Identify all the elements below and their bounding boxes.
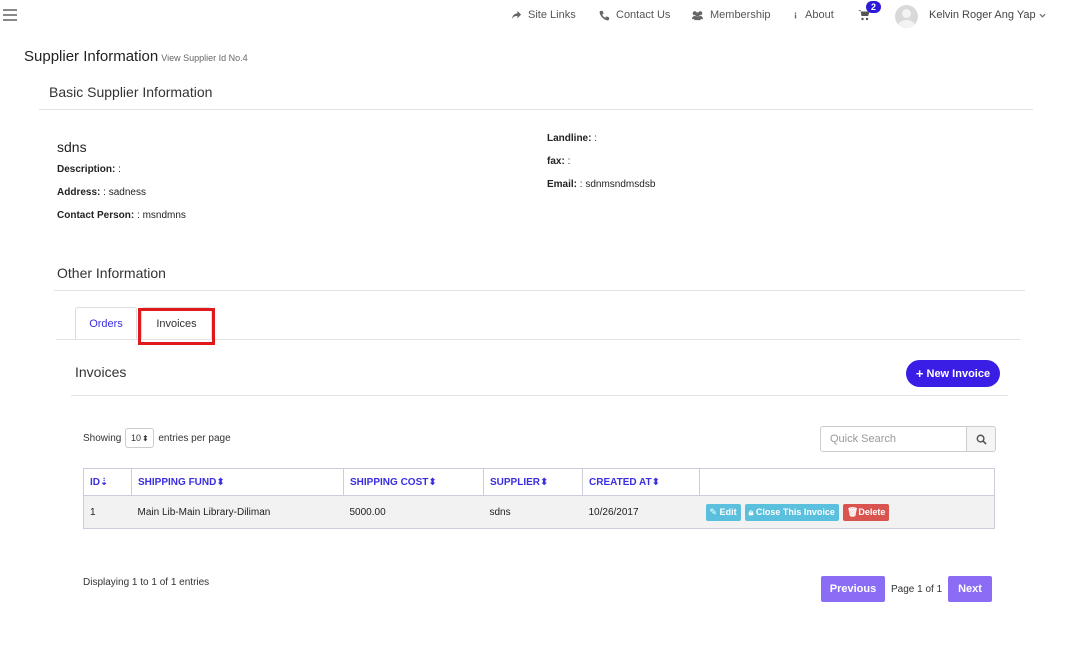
invoices-heading: Invoices — [75, 364, 127, 380]
edit-button[interactable]: ✎ Edit — [705, 503, 741, 521]
fax-value: : — [567, 156, 571, 167]
users-icon — [692, 10, 703, 20]
search-icon — [976, 434, 987, 445]
supplier-name: sdns — [57, 139, 87, 155]
page-title-text: Supplier Information — [24, 48, 159, 65]
user-menu[interactable]: Kelvin Roger Ang Yap — [929, 9, 1046, 21]
contact-person-field: Contact Person: : msndmns — [57, 210, 186, 221]
divider — [39, 109, 1033, 110]
page-title: Supplier Information View Supplier Id No.… — [24, 48, 248, 65]
col-shipping-cost[interactable]: SHIPPING COST⬍ — [343, 468, 484, 496]
search-button[interactable] — [966, 426, 996, 452]
col-shipping-fund[interactable]: SHIPPING FUND⬍ — [131, 468, 344, 496]
plus-icon: + — [915, 366, 924, 381]
table-header-row: ID⇣ SHIPPING FUND⬍ SHIPPING COST⬍ SUPPLI… — [83, 468, 995, 496]
cell-actions: ✎ Edit 🔒︎ Close This Invoice 🗑︎Delete — [699, 495, 995, 529]
nav-site-links-label: Site Links — [528, 9, 576, 21]
nav-membership[interactable]: Membership — [691, 8, 771, 22]
table-row: 1 Main Lib-Main Library-Diliman 5000.00 … — [83, 495, 995, 529]
col-id[interactable]: ID⇣ — [83, 468, 132, 496]
new-invoice-label: New Invoice — [926, 367, 991, 380]
previous-button[interactable]: Previous — [821, 576, 885, 602]
entries-label: entries per page — [158, 432, 231, 444]
cart-count-badge: 2 — [866, 1, 882, 13]
description-field: Description: : — [57, 164, 121, 175]
close-invoice-button[interactable]: 🔒︎ Close This Invoice — [744, 503, 839, 521]
sort-icon: ⬍ — [651, 476, 660, 488]
trash-icon: 🗑︎ — [846, 506, 859, 517]
page-info: Page 1 of 1 — [891, 584, 943, 595]
cell-id: 1 — [83, 495, 132, 529]
other-info-heading: Other Information — [57, 265, 166, 281]
nav-about-label: About — [805, 9, 834, 21]
lock-icon: 🔒︎ — [748, 506, 754, 517]
avatar[interactable] — [895, 5, 918, 28]
chevron-down-icon — [1039, 13, 1046, 18]
per-page-select[interactable]: 10 ⬍ — [125, 428, 155, 448]
new-invoice-button[interactable]: + New Invoice — [906, 360, 1000, 387]
cell-supplier: sdns — [483, 495, 583, 529]
showing-label: Showing — [83, 432, 122, 444]
per-page-value: 10 — [131, 433, 142, 443]
entries-per-page: Showing 10 ⬍ entries per page — [83, 428, 231, 448]
user-name: Kelvin Roger Ang Yap — [929, 9, 1036, 21]
sort-icon: ⬍ — [216, 476, 225, 488]
next-button[interactable]: Next — [948, 576, 992, 602]
nav-contact-us[interactable]: Contact Us — [599, 8, 670, 22]
phone-icon — [599, 10, 610, 20]
address-value: : sadness — [103, 187, 146, 198]
cell-shipping-cost: 5000.00 — [343, 495, 484, 529]
basic-info-heading: Basic Supplier Information — [49, 84, 213, 100]
description-value: : — [118, 164, 121, 175]
menu-toggle-icon[interactable] — [3, 9, 17, 21]
pencil-icon: ✎ — [709, 506, 718, 517]
share-icon — [511, 10, 522, 19]
fax-field: fax: : — [547, 156, 570, 167]
cell-created-at: 10/26/2017 — [582, 495, 700, 529]
fax-label: fax: — [547, 156, 565, 167]
nav-contact-us-label: Contact Us — [616, 9, 671, 21]
contact-person-value: : msndmns — [137, 210, 186, 221]
email-field: Email: : sdnmsndmsdsb — [547, 179, 655, 190]
divider — [54, 290, 1025, 291]
highlight-box — [138, 308, 215, 345]
sort-icon: ⬍ — [540, 476, 549, 488]
address-label: Address: — [57, 187, 101, 198]
cell-shipping-fund: Main Lib-Main Library-Diliman — [131, 495, 344, 529]
nav-membership-label: Membership — [710, 9, 771, 21]
landline-field: Landline: : — [547, 133, 597, 144]
nav-about[interactable]: About — [792, 8, 834, 22]
page-subtitle: View Supplier Id No.4 — [161, 53, 248, 63]
invoices-table: ID⇣ SHIPPING FUND⬍ SHIPPING COST⬍ SUPPLI… — [83, 468, 995, 529]
delete-button[interactable]: 🗑︎Delete — [842, 503, 890, 521]
email-value: : sdnmsndmsdsb — [579, 179, 656, 190]
search-input[interactable]: Quick Search — [820, 426, 967, 452]
col-created-at[interactable]: CREATED AT⬍ — [582, 468, 700, 496]
cart-button[interactable]: 2 — [856, 1, 882, 23]
landline-label: Landline: — [547, 133, 592, 144]
sort-icon: ⬍ — [428, 476, 437, 488]
contact-person-label: Contact Person: — [57, 210, 135, 221]
nav-site-links[interactable]: Site Links — [511, 8, 576, 22]
pagination-summary: Displaying 1 to 1 of 1 entries — [83, 577, 210, 588]
address-field: Address: : sadness — [57, 187, 146, 198]
landline-value: : — [594, 133, 598, 144]
sort-caret-icon: ⬍ — [142, 433, 149, 443]
email-label: Email: — [547, 179, 578, 190]
tab-orders[interactable]: Orders — [75, 307, 137, 340]
col-supplier[interactable]: SUPPLIER⬍ — [483, 468, 583, 496]
info-icon — [794, 11, 797, 18]
description-label: Description: — [57, 164, 116, 175]
col-actions — [699, 468, 995, 496]
divider — [71, 395, 1008, 396]
sort-desc-icon: ⇣ — [100, 476, 109, 488]
